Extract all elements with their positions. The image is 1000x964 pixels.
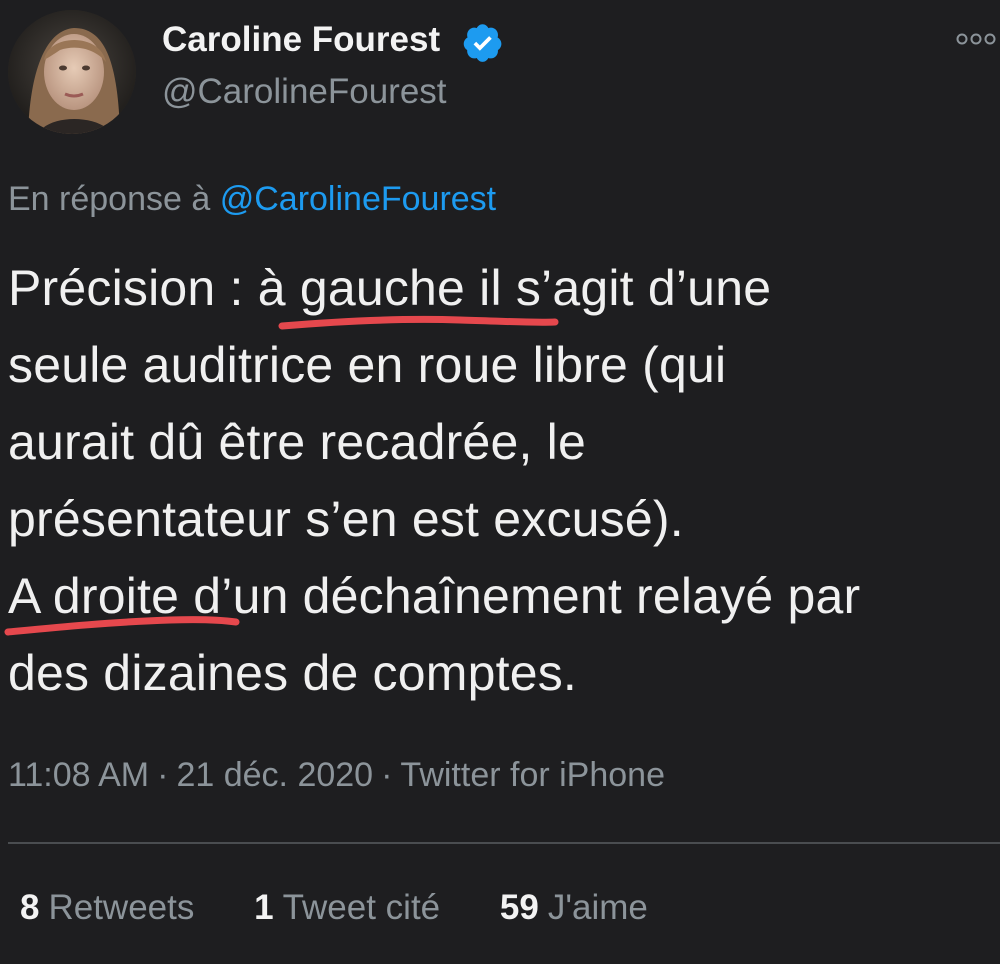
quotes-label: Tweet cité [282, 888, 441, 927]
meta-separator: · [157, 756, 169, 794]
likes-count: 59 [499, 888, 539, 927]
quotes-count: 1 [254, 888, 274, 927]
retweets-count: 8 [20, 888, 40, 927]
likes-stat[interactable]: 59 J'aime [500, 888, 648, 928]
tweet-line: aurait dû être recadrée, le [8, 414, 586, 470]
more-options-icon[interactable] [956, 30, 996, 48]
tweet-line: Précision : à gauche il s’agit d’une [8, 260, 772, 316]
profile-avatar-image [8, 10, 136, 134]
avatar[interactable] [8, 10, 136, 134]
author-name[interactable]: Caroline Fourest [162, 20, 440, 60]
verified-badge-icon [463, 24, 502, 62]
tweet-line: présentateur s’en est excusé). [8, 491, 684, 547]
retweets-label: Retweets [48, 888, 195, 927]
author-handle[interactable]: @CarolineFourest [162, 72, 447, 112]
retweets-stat[interactable]: 8 Retweets [20, 888, 194, 928]
tweet-stats: 8 Retweets 1 Tweet cité 59 J'aime [20, 888, 698, 928]
tweet-date[interactable]: 21 déc. 2020 [176, 756, 373, 794]
reply-context: En réponse à @CarolineFourest [8, 180, 496, 219]
quotes-stat[interactable]: 1 Tweet cité [254, 888, 440, 928]
likes-label: J'aime [547, 888, 648, 927]
reply-prefix: En réponse à [8, 180, 211, 218]
tweet-line: A droite d’un déchaînement relayé par [8, 568, 861, 624]
meta-separator: · [381, 756, 393, 794]
tweet-meta: 11:08 AM · 21 déc. 2020 · Twitter for iPhone [8, 756, 665, 795]
tweet-line: des dizaines de comptes. [8, 645, 578, 701]
tweet-text: Précision : à gauche il s’agit d’une seu… [8, 250, 1000, 712]
reply-mention-link[interactable]: @CarolineFourest [220, 180, 496, 218]
divider [8, 842, 1000, 844]
tweet-time[interactable]: 11:08 AM [8, 756, 149, 794]
tweet-line: seule auditrice en roue libre (qui [8, 337, 727, 393]
tweet-source[interactable]: Twitter for iPhone [400, 756, 665, 794]
